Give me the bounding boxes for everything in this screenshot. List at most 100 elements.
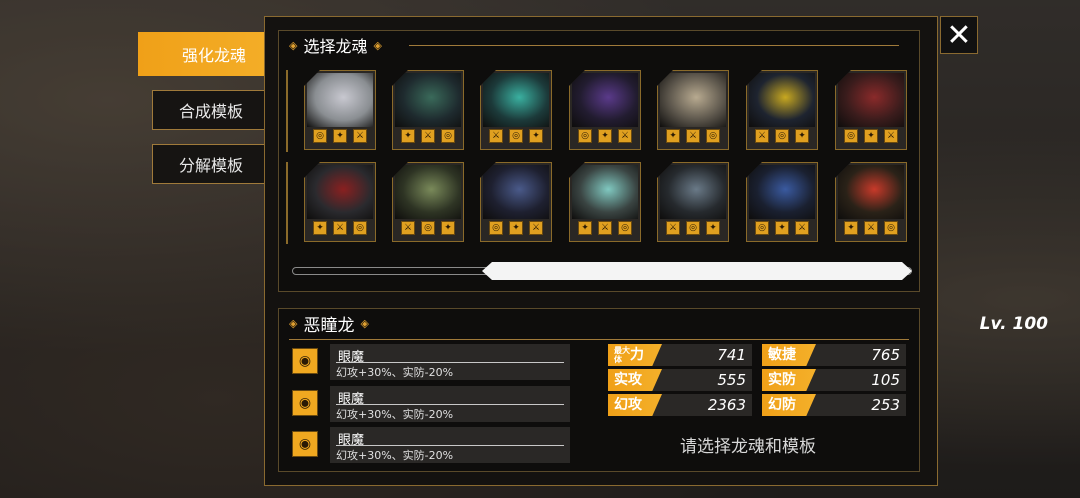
dragon-card[interactable]: ✦ ⚔ ◎ — [392, 70, 464, 150]
header-divider — [289, 339, 909, 340]
skill-badge-icon: ⚔ — [618, 129, 632, 143]
dragon-card[interactable]: ⚔ ◎ ✦ — [392, 162, 464, 242]
skill-badge-icon: ◎ — [755, 221, 769, 235]
skill-badge-icon: ⚔ — [421, 129, 435, 143]
skill-badge-icon: ✦ — [666, 129, 680, 143]
skill-badge-icon: ✦ — [844, 221, 858, 235]
stat-value: 2363 — [707, 396, 746, 414]
skill-badge-icon: ◎ — [578, 129, 592, 143]
tab-compose-template[interactable]: 合成模板 — [152, 90, 270, 130]
stat-physical-defense: 实防 105 — [762, 369, 906, 391]
skill-badge-icon: ✦ — [333, 129, 347, 143]
dragon-card[interactable]: ◎ ✦ ⚔ — [569, 70, 641, 150]
skill-row[interactable]: ◉ 眼魔 幻攻+30%、实防-20% — [292, 386, 572, 422]
dragon-portrait — [749, 165, 815, 219]
skill-badge-icon: ◎ — [775, 129, 789, 143]
dragon-card[interactable]: ⚔ ◎ ✦ — [657, 162, 729, 242]
close-button[interactable]: ✕ — [940, 16, 978, 54]
skill-badge-icon: ✦ — [775, 221, 789, 235]
dragon-card[interactable]: ✦ ⚔ ◎ — [569, 162, 641, 242]
eye-skill-icon: ◉ — [292, 390, 318, 416]
tab-decompose-template[interactable]: 分解模板 — [152, 144, 270, 184]
stat-label: 实防 — [762, 369, 816, 391]
dragon-card[interactable]: ◎ ✦ ⚔ — [746, 162, 818, 242]
skill-divider — [336, 445, 564, 446]
skill-badge-icon: ⚔ — [686, 129, 700, 143]
skill-badge-icon: ⚔ — [884, 129, 898, 143]
section-header: ◈ 选择龙魂 ◈ — [279, 31, 382, 59]
skill-badge-icon: ◎ — [489, 221, 503, 235]
dragon-portrait — [749, 73, 815, 127]
skill-badge-icon: ⚔ — [598, 221, 612, 235]
skill-badge-icon: ⚔ — [529, 221, 543, 235]
scrollbar-thumb[interactable] — [482, 262, 912, 280]
row-marker — [286, 70, 288, 152]
dragon-skill-icons: ◎ ✦ ⚔ — [489, 221, 543, 237]
dragon-card[interactable]: ✦ ⚔ ◎ — [304, 162, 376, 242]
skill-badge-icon: ⚔ — [864, 221, 878, 235]
stat-physical-attack: 实攻 555 — [608, 369, 752, 391]
stat-max-strength: 最大 体力 741 — [608, 344, 752, 366]
dragon-card[interactable]: ⚔ ◎ ✦ — [746, 70, 818, 150]
dragon-portrait — [395, 73, 461, 127]
dragon-card[interactable]: ⚔ ◎ ✦ — [480, 70, 552, 150]
dragon-skill-icons: ✦ ⚔ ◎ — [313, 221, 367, 237]
tab-label: 强化龙魂 — [181, 46, 246, 65]
skill-badge-icon: ✦ — [706, 221, 720, 235]
skill-badge-icon: ✦ — [598, 129, 612, 143]
stat-value: 253 — [871, 396, 900, 414]
header-divider — [409, 45, 899, 46]
stat-label: 幻攻 — [608, 394, 662, 416]
dragon-select-section: ◈ 选择龙魂 ◈ — [278, 30, 920, 292]
dragon-portrait — [395, 165, 461, 219]
dragon-skill-icons: ◎ ✦ ⚔ — [578, 129, 632, 145]
diamond-ornament-icon: ◈ — [289, 316, 298, 330]
eye-skill-icon: ◉ — [292, 431, 318, 457]
stat-prefix: 最大 体 — [614, 346, 630, 364]
diamond-ornament-icon: ◈ — [373, 38, 382, 52]
skill-badge-icon: ◎ — [353, 221, 367, 235]
skill-badge-icon: ◎ — [313, 129, 327, 143]
dragon-portrait — [483, 165, 549, 219]
skill-row[interactable]: ◉ 眼魔 幻攻+30%、实防-20% — [292, 427, 572, 463]
skill-badge-icon: ⚔ — [755, 129, 769, 143]
dragon-card[interactable]: ◎ ✦ ⚔ — [835, 70, 907, 150]
horizontal-scrollbar[interactable] — [292, 262, 912, 280]
dragon-portrait — [572, 73, 638, 127]
dragon-card[interactable]: ✦ ⚔ ◎ — [835, 162, 907, 242]
stat-magic-attack: 幻攻 2363 — [608, 394, 752, 416]
eye-skill-icon: ◉ — [292, 348, 318, 374]
stat-label: 实攻 — [608, 369, 662, 391]
skill-badge-icon: ◎ — [706, 129, 720, 143]
dragon-card[interactable]: ◎ ✦ ⚔ — [304, 70, 376, 150]
skill-badge-icon: ◎ — [618, 221, 632, 235]
skill-divider — [336, 362, 564, 363]
dragon-name: 恶瞳龙 — [303, 315, 355, 336]
tab-label: 分解模板 — [178, 156, 243, 175]
skill-badge-icon: ◎ — [421, 221, 435, 235]
skill-badge-icon: ⚔ — [489, 129, 503, 143]
dragon-portrait — [307, 73, 373, 127]
stat-value: 765 — [871, 346, 900, 364]
stat-label-text: 力 — [630, 347, 644, 363]
section-title: 选择龙魂 — [303, 37, 368, 56]
dragon-portrait — [838, 165, 904, 219]
diamond-ornament-icon: ◈ — [289, 38, 298, 52]
skill-badge-icon: ◎ — [884, 221, 898, 235]
skill-divider — [336, 404, 564, 405]
diamond-ornament-icon: ◈ — [360, 316, 369, 330]
stat-label: 幻防 — [762, 394, 816, 416]
dragon-skill-icons: ⚔ ◎ ✦ — [755, 129, 809, 145]
dragon-portrait — [483, 73, 549, 127]
info-header: ◈ 恶瞳龙 ◈ — [279, 309, 369, 337]
dragon-card[interactable]: ✦ ⚔ ◎ — [657, 70, 729, 150]
dragon-portrait — [660, 73, 726, 127]
select-hint-text: 请选择龙魂和模板 — [680, 437, 816, 457]
skill-badge-icon: ✦ — [401, 129, 415, 143]
skill-badge-icon: ⚔ — [666, 221, 680, 235]
skill-row[interactable]: ◉ 眼魔 幻攻+30%、实防-20% — [292, 344, 572, 380]
dragon-card[interactable]: ◎ ✦ ⚔ — [480, 162, 552, 242]
dragon-skill-icons: ✦ ⚔ ◎ — [401, 129, 455, 145]
skill-box: 眼魔 幻攻+30%、实防-20% — [330, 344, 570, 380]
dragon-skill-icons: ⚔ ◎ ✦ — [666, 221, 720, 237]
